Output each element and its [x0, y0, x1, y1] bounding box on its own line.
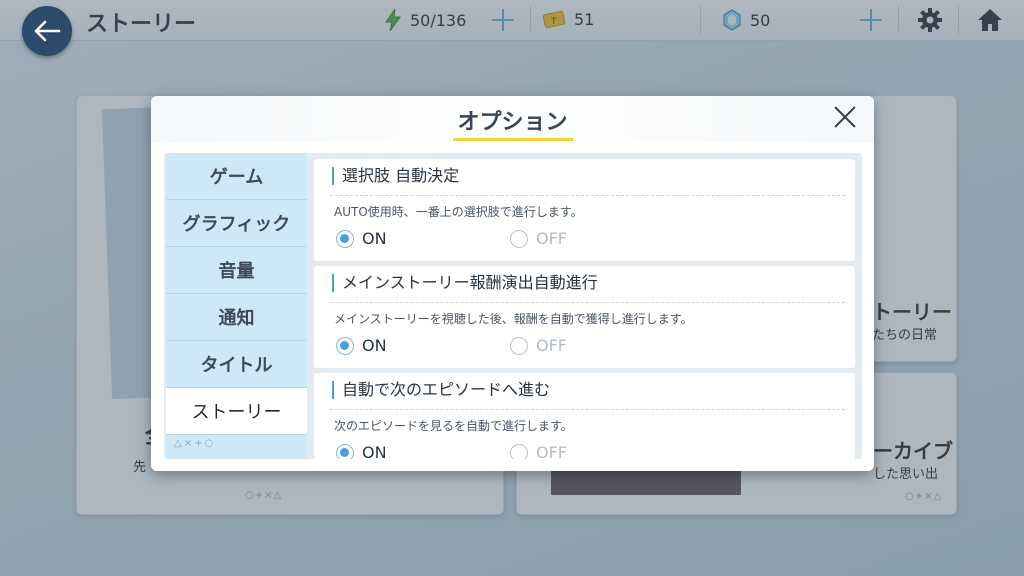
tab-game[interactable]: ゲーム: [166, 153, 307, 200]
options-dialog: オプション ゲーム グラフィック 音量 通知 タイトル ストーリー △×+○ 選…: [151, 96, 874, 471]
radio-unselected-icon: [510, 336, 528, 355]
radio-off[interactable]: OFF: [510, 443, 567, 459]
setting-title: 選択肢 自動決定: [332, 167, 459, 185]
tab-story[interactable]: ストーリー: [166, 388, 307, 435]
radio-on[interactable]: ON: [336, 443, 387, 459]
setting-description: メインストーリーを視聴した後、報酬を自動で獲得し進行します。: [334, 312, 693, 326]
radio-label: OFF: [536, 336, 567, 355]
radio-selected-icon: [336, 336, 354, 355]
radio-on[interactable]: ON: [336, 336, 387, 355]
setting-description: AUTO使用時、一番上の選択肢で進行します。: [334, 205, 583, 219]
title-underline: [453, 138, 573, 141]
setting-description: 次のエピソードを見るを自動で進行します。: [334, 419, 573, 433]
radio-selected-icon: [336, 443, 354, 459]
radio-off[interactable]: OFF: [510, 229, 567, 248]
arrow-left-icon: [34, 20, 61, 42]
setting-title: 自動で次のエピソードへ進む: [332, 381, 550, 399]
radio-label: ON: [362, 229, 387, 248]
dialog-title: オプション: [457, 110, 568, 135]
radio-label: ON: [362, 336, 387, 355]
divider: [330, 195, 845, 196]
setting-main-story-reward-auto: メインストーリー報酬演出自動進行 メインストーリーを視聴した後、報酬を自動で獲得…: [314, 266, 855, 368]
setting-title: メインストーリー報酬演出自動進行: [332, 274, 598, 292]
setting-auto-choice: 選択肢 自動決定 AUTO使用時、一番上の選択肢で進行します。 ON OFF: [314, 159, 855, 261]
radio-off[interactable]: OFF: [510, 336, 567, 355]
divider: [330, 302, 845, 303]
radio-unselected-icon: [510, 229, 528, 248]
close-button[interactable]: [832, 104, 858, 130]
radio-on[interactable]: ON: [336, 229, 387, 248]
setting-auto-next-episode: 自動で次のエピソードへ進む 次のエピソードを見るを自動で進行します。 ON OF…: [314, 373, 855, 459]
tab-title[interactable]: タイトル: [166, 341, 307, 388]
radio-selected-icon: [336, 229, 354, 248]
tab-notifications[interactable]: 通知: [166, 294, 307, 341]
tabs-decoration: △×+○: [174, 438, 216, 449]
divider: [330, 409, 845, 410]
back-button[interactable]: [22, 6, 72, 56]
settings-list[interactable]: 選択肢 自動決定 AUTO使用時、一番上の選択肢で進行します。 ON OFF メ…: [314, 157, 857, 459]
dialog-body: ゲーム グラフィック 音量 通知 タイトル ストーリー △×+○ 選択肢 自動決…: [164, 153, 862, 459]
radio-label: ON: [362, 443, 387, 459]
tab-graphics[interactable]: グラフィック: [166, 200, 307, 247]
radio-label: OFF: [536, 229, 567, 248]
tab-volume[interactable]: 音量: [166, 247, 307, 294]
radio-label: OFF: [536, 443, 567, 459]
options-tab-list: ゲーム グラフィック 音量 通知 タイトル ストーリー △×+○: [166, 153, 307, 459]
dialog-header: オプション: [151, 96, 874, 142]
radio-unselected-icon: [510, 443, 528, 459]
